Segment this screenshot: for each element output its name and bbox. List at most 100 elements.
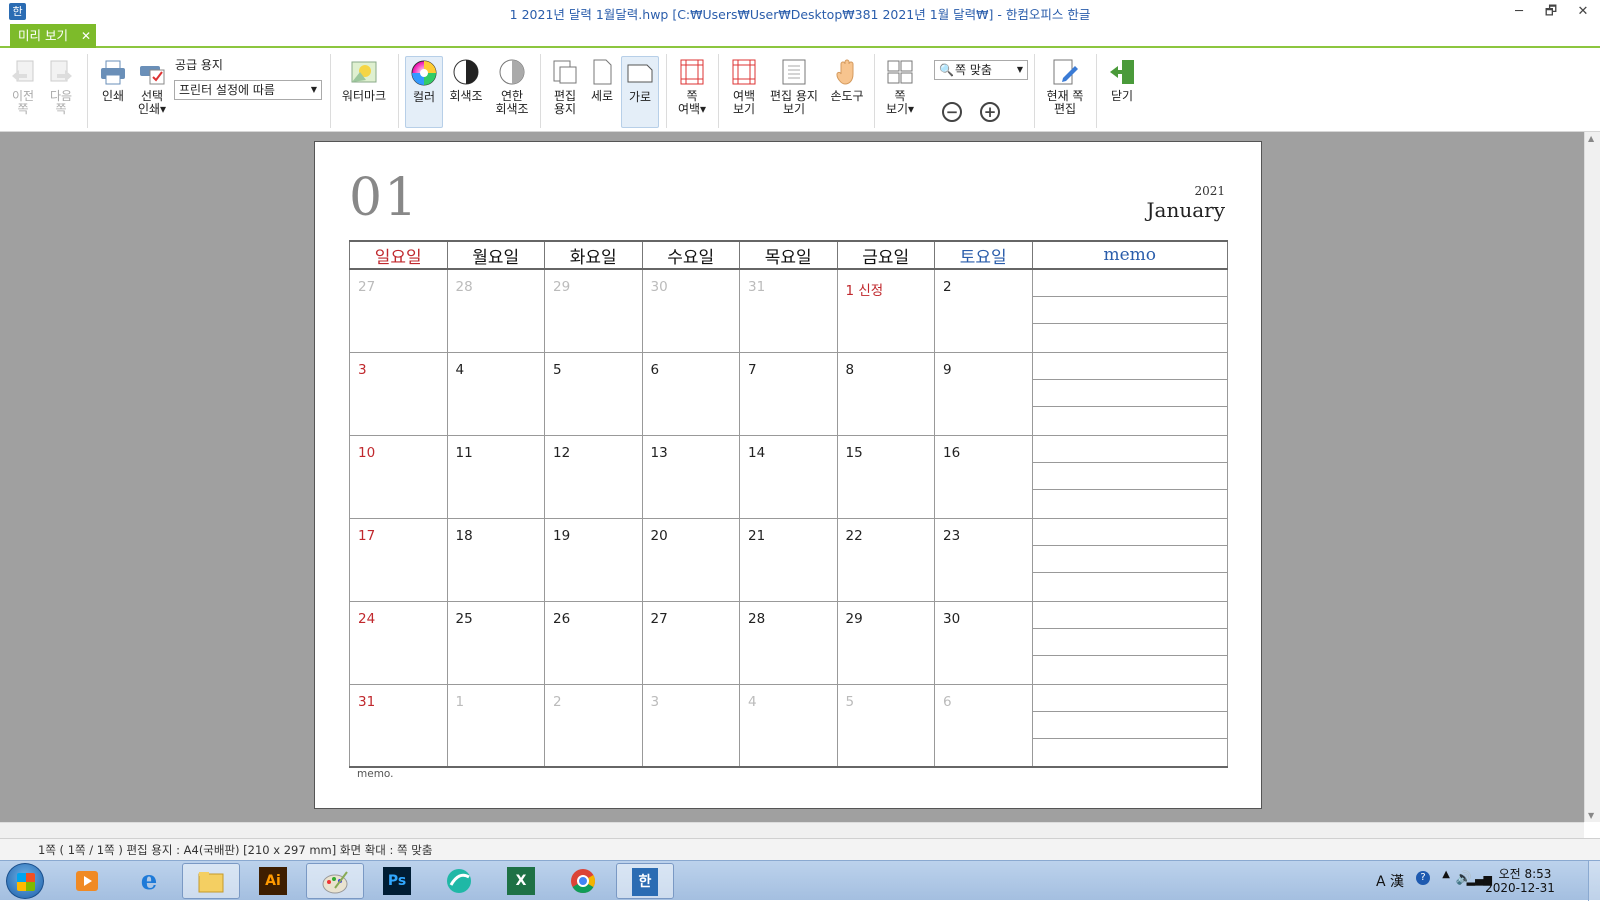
day-cell-holiday: 1 신정	[836, 268, 935, 353]
edit-paper-button[interactable]: 편집 용지	[547, 56, 583, 128]
prev-page-button[interactable]: 이전 쪽	[6, 56, 40, 128]
photoshop-taskbar-icon[interactable]: Ps	[368, 863, 426, 899]
watermark-icon	[351, 61, 377, 83]
tab-preview[interactable]: 미리 보기 ✕	[10, 24, 96, 48]
messenger-taskbar-icon[interactable]	[430, 863, 488, 899]
header-monday: 월요일	[446, 240, 545, 270]
print-button[interactable]: 인쇄	[95, 56, 131, 128]
internet-explorer-taskbar-icon[interactable]: e	[120, 863, 178, 899]
horizontal-scrollbar[interactable]	[0, 822, 1584, 838]
day-cell: 22	[836, 517, 935, 602]
vertical-scrollbar[interactable]: ▲ ▼	[1584, 132, 1600, 822]
day-cell: 17	[349, 517, 448, 602]
day-cell: 4	[446, 351, 545, 436]
grayscale-label: 회색조	[449, 89, 483, 103]
margin-view-button[interactable]: 여백 보기	[726, 56, 762, 128]
edit-paper-view-button[interactable]: 편집 용지 보기	[764, 56, 824, 128]
title-bar: 한 1 2021년 달력 1월달력.hwp [C:₩Users₩User₩Des…	[0, 0, 1600, 24]
color-wheel-icon	[411, 60, 437, 86]
paint-taskbar-icon[interactable]	[306, 863, 364, 899]
ime-indicator[interactable]: A 漢	[1376, 871, 1404, 891]
portrait-label: 세로	[590, 89, 614, 103]
portrait-page-icon	[593, 59, 612, 85]
watermark-button[interactable]: 워터마크	[338, 56, 390, 128]
memo-cell	[1031, 268, 1228, 353]
day-cell: 28	[739, 600, 838, 685]
margin-view-icon	[732, 59, 756, 85]
day-cell: 19	[544, 517, 643, 602]
divider	[874, 54, 875, 128]
day-cell: 20	[641, 517, 740, 602]
edit-page-icon	[1053, 59, 1078, 85]
tab-preview-label: 미리 보기	[18, 28, 68, 43]
close-preview-label: 닫기	[1110, 89, 1134, 103]
month-number: 01	[349, 168, 420, 228]
landscape-page-icon	[627, 64, 653, 83]
minimize-button[interactable]: ─	[1506, 2, 1532, 22]
zoom-in-button[interactable]: +	[980, 102, 1000, 122]
magnifier-icon: 🔍	[939, 63, 954, 77]
hand-tool-label: 손도구	[830, 89, 864, 103]
print-label: 인쇄	[101, 89, 125, 103]
day-cell: 21	[739, 517, 838, 602]
divider	[666, 54, 667, 128]
start-button[interactable]	[6, 863, 44, 899]
chrome-taskbar-icon[interactable]	[554, 863, 612, 899]
portrait-button[interactable]: 세로	[586, 56, 618, 128]
day-cell: 27	[349, 268, 448, 353]
landscape-button[interactable]: 가로	[621, 56, 659, 128]
page-view-button[interactable]: 쪽 보기▾	[880, 56, 920, 128]
zoom-value: 쪽 맞춤	[955, 63, 992, 77]
day-cell: 6	[934, 683, 1033, 768]
edit-current-page-button[interactable]: 현재 쪽 편집	[1040, 56, 1090, 128]
media-player-taskbar-icon[interactable]	[58, 863, 116, 899]
paper-source-select[interactable]: 프린터 설정에 따름 ▼	[174, 80, 322, 100]
color-mode-label: 컬러	[412, 90, 436, 104]
page-margin-button[interactable]: 쪽 여백▾	[672, 56, 712, 128]
light-grayscale-button[interactable]: 연한 회색조	[490, 56, 534, 128]
page-footer-memo: memo.	[357, 768, 394, 780]
memo-cell	[1031, 600, 1228, 685]
memo-cell	[1031, 351, 1228, 436]
close-tab-icon[interactable]: ✕	[81, 24, 91, 48]
divider	[398, 54, 399, 128]
clock-date[interactable]: 2020-12-31	[1480, 881, 1560, 895]
edit-paper-label: 편집 용지	[553, 89, 577, 116]
close-preview-button[interactable]: 닫기	[1102, 56, 1142, 128]
page-setup-icon	[553, 60, 577, 84]
help-icon[interactable]: ?	[1416, 871, 1430, 885]
printer-icon	[101, 60, 125, 85]
header-friday: 금요일	[836, 240, 935, 270]
scroll-down-icon[interactable]: ▼	[1588, 811, 1594, 820]
divider	[87, 54, 88, 128]
show-desktop-button[interactable]	[1588, 861, 1600, 901]
restore-button[interactable]: 🗗	[1538, 2, 1564, 22]
page-view-label: 쪽 보기▾	[885, 89, 915, 116]
next-page-button[interactable]: 다음 쪽	[44, 56, 78, 128]
divider	[1034, 54, 1035, 128]
divider	[718, 54, 719, 128]
week-row: 17 18 19 20 21 22 23	[349, 517, 1228, 602]
day-cell: 3	[641, 683, 740, 768]
clock-time[interactable]: 오전 8:53	[1490, 865, 1560, 882]
close-window-button[interactable]: ✕	[1570, 2, 1596, 22]
select-print-button[interactable]: 선택 인쇄▾	[134, 56, 170, 128]
hwp-taskbar-icon[interactable]: 한	[616, 863, 674, 899]
day-cell: 18	[446, 517, 545, 602]
excel-taskbar-icon[interactable]: X	[492, 863, 550, 899]
zoom-out-button[interactable]: −	[942, 102, 962, 122]
hand-icon	[836, 59, 854, 85]
day-cell: 2	[544, 683, 643, 768]
paper-source-label: 공급 용지	[175, 58, 223, 72]
color-mode-button[interactable]: 컬러	[405, 56, 443, 128]
paper-source-value: 프린터 설정에 따름	[179, 83, 275, 97]
grayscale-button[interactable]: 회색조	[446, 56, 486, 128]
zoom-select[interactable]: 🔍 쪽 맞춤 ▼	[934, 60, 1028, 80]
day-cell: 16	[934, 434, 1033, 519]
tray-expand-icon[interactable]: ▲	[1442, 869, 1450, 880]
illustrator-taskbar-icon[interactable]: Ai	[244, 863, 302, 899]
hand-tool-button[interactable]: 손도구	[826, 56, 868, 128]
scroll-up-icon[interactable]: ▲	[1588, 134, 1594, 143]
file-explorer-taskbar-icon[interactable]	[182, 863, 240, 899]
chevron-down-icon: ▼	[310, 85, 317, 94]
